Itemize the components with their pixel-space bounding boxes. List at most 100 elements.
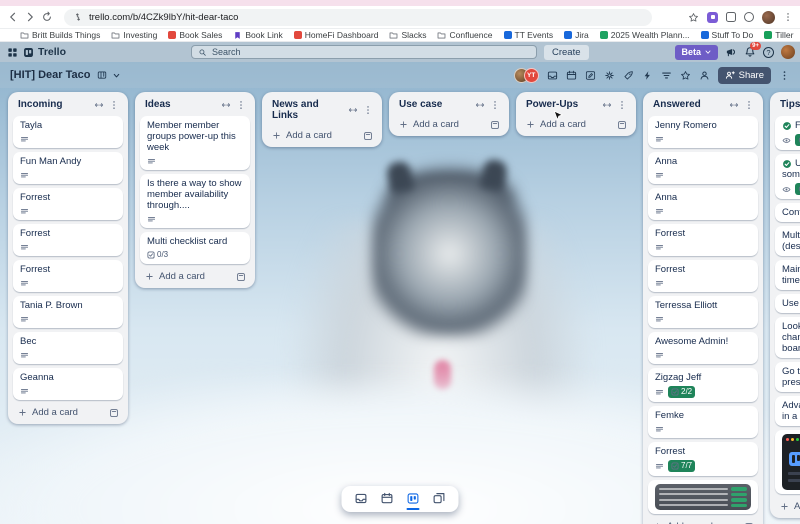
card-multi-checklist-card[interactable]: Multi checklist card 0/3 [140,232,250,264]
board-title[interactable]: [HIT] Dear Taco [10,69,90,81]
card-fun-man-andy[interactable]: Fun Man Andy [13,152,123,184]
list-title[interactable]: Use case [399,99,470,110]
bookmark-book-link[interactable]: Book Link [233,30,283,40]
card-forrest[interactable]: Forrest 7/7 [648,442,758,476]
inbox-icon[interactable] [547,70,558,81]
reload-icon[interactable] [41,11,53,23]
list-title[interactable]: Answered [653,99,724,110]
bookmark-tiller[interactable]: Tiller [764,30,793,40]
view-board-icon[interactable] [406,492,420,510]
card-forrest[interactable]: Forrest [13,188,123,220]
card-forrest[interactable]: Forrest [13,260,123,292]
trello-logo[interactable]: Trello [23,46,66,58]
card-go-to-c-pressin[interactable]: Go to cpressin [775,362,800,392]
card-anna[interactable]: Anna [648,188,758,220]
view-inbox-icon[interactable] [355,492,368,505]
card-answered-screenshot[interactable] [648,480,758,514]
collapse-list-icon[interactable] [729,100,739,110]
card-main-d-timelin[interactable]: Main dtimelin [775,260,800,290]
bookmark-confluence[interactable]: Confluence [437,30,493,40]
megaphone-icon[interactable] [725,46,737,58]
site-info-icon[interactable] [73,12,83,22]
app-switcher-icon[interactable] [7,47,18,58]
card-geanna[interactable]: Geanna [13,368,123,400]
bookmark-investing[interactable]: Investing [111,30,157,40]
card-confett[interactable]: Confett [775,203,800,222]
bookmark-stuff-to-do[interactable]: Stuff To Do [700,30,753,40]
browser-menu-icon[interactable] [783,12,793,22]
planner-icon[interactable] [566,70,577,81]
notifications-bell-icon[interactable]: 9+ [744,42,761,58]
list-menu-icon[interactable] [236,100,246,110]
collapse-list-icon[interactable] [602,100,612,110]
bookmark-2025-wealth-plann[interactable]: 2025 Wealth Plann... [599,30,690,40]
power-ups-icon[interactable] [604,70,615,81]
add-card-button[interactable]: Add a card [267,127,377,143]
bookmark-tt-events[interactable]: TT Events [503,30,553,40]
add-card-button[interactable]: Add a card [394,116,504,132]
bookmark-jira[interactable]: Jira [564,30,589,40]
card-forrest[interactable]: Forrest [648,260,758,292]
card-template-icon[interactable] [236,272,246,282]
board-more-icon[interactable] [779,70,790,81]
collapse-list-icon[interactable] [221,100,231,110]
card-advanc-in-a-bo[interactable]: Advancin a bo [775,396,800,426]
bookmark-homefi-dashboard[interactable]: HomeFi Dashboard [293,30,378,40]
card-use-q[interactable]: Use q [775,294,800,313]
tab-search-icon[interactable] [744,12,754,22]
card-zigzag-jeff[interactable]: Zigzag Jeff 2/2 [648,368,758,402]
card-tania-p-brown[interactable]: Tania P. Brown [13,296,123,328]
member-avatars[interactable]: YT [513,67,539,83]
card-template-icon[interactable] [490,120,500,130]
card-multipl-deskto[interactable]: Multipl(deskto [775,226,800,256]
browser-profile-avatar[interactable] [762,10,775,24]
add-card-button[interactable]: Add a card [648,518,758,524]
forward-icon[interactable] [24,11,36,23]
bookmark-star-icon[interactable] [688,12,699,23]
extensions-puzzle-icon[interactable] [726,12,736,22]
card-awesome-admin[interactable]: Awesome Admin! [648,332,758,364]
card-template-icon[interactable] [109,408,119,418]
card-forrest[interactable]: Forrest [648,224,758,256]
list-title[interactable]: Ideas [145,99,216,110]
rocket-icon[interactable] [623,70,634,81]
add-card-button[interactable]: Add a card [140,268,250,284]
list-menu-icon[interactable] [617,100,627,110]
card-forrest[interactable]: Forrest [13,224,123,256]
list-menu-icon[interactable] [490,100,500,110]
collapse-list-icon[interactable] [348,105,358,115]
collapse-list-icon[interactable] [475,100,485,110]
automation-icon[interactable] [642,70,653,81]
card-femke[interactable]: Femke [648,406,758,438]
card-terressa-elliott[interactable]: Terressa Elliott [648,296,758,328]
add-card-button[interactable]: Add a card [521,116,631,132]
collapse-list-icon[interactable] [94,100,104,110]
list-menu-icon[interactable] [109,100,119,110]
bookmark-slacks[interactable]: Slacks [389,30,426,40]
add-card-button[interactable]: Add a card [775,498,800,514]
url-bar[interactable]: trello.com/b/4CZk9lbY/hit-dear-taco [64,8,652,26]
card-template-icon[interactable] [617,120,627,130]
board-title-chevron-icon[interactable] [112,71,121,80]
user-avatar[interactable] [781,45,795,59]
card-tips-screenshot[interactable] [775,430,800,494]
card-template-icon[interactable] [363,131,373,141]
filter-icon[interactable] [661,70,672,81]
card-jenny-romero[interactable]: Jenny Romero [648,116,758,148]
help-icon[interactable]: ? [763,46,774,58]
list-title[interactable]: Incoming [18,99,89,110]
card-member-member-groups-power-up-this-week[interactable]: Member member groups power-up this week [140,116,250,170]
view-planner-icon[interactable] [381,492,394,505]
back-icon[interactable] [7,11,19,23]
extension-icon[interactable] [707,11,718,23]
list-title[interactable]: News and Links [272,99,343,121]
list-title[interactable]: Tips [780,99,800,110]
share-button[interactable]: Share [717,66,771,84]
card-bec[interactable]: Bec [13,332,123,364]
card-tayla[interactable]: Tayla [13,116,123,148]
star-icon[interactable] [680,70,691,81]
list-menu-icon[interactable] [744,100,754,110]
board-view-icon[interactable] [97,70,107,80]
members-icon[interactable] [699,70,710,81]
search-input[interactable]: Search [191,45,537,59]
